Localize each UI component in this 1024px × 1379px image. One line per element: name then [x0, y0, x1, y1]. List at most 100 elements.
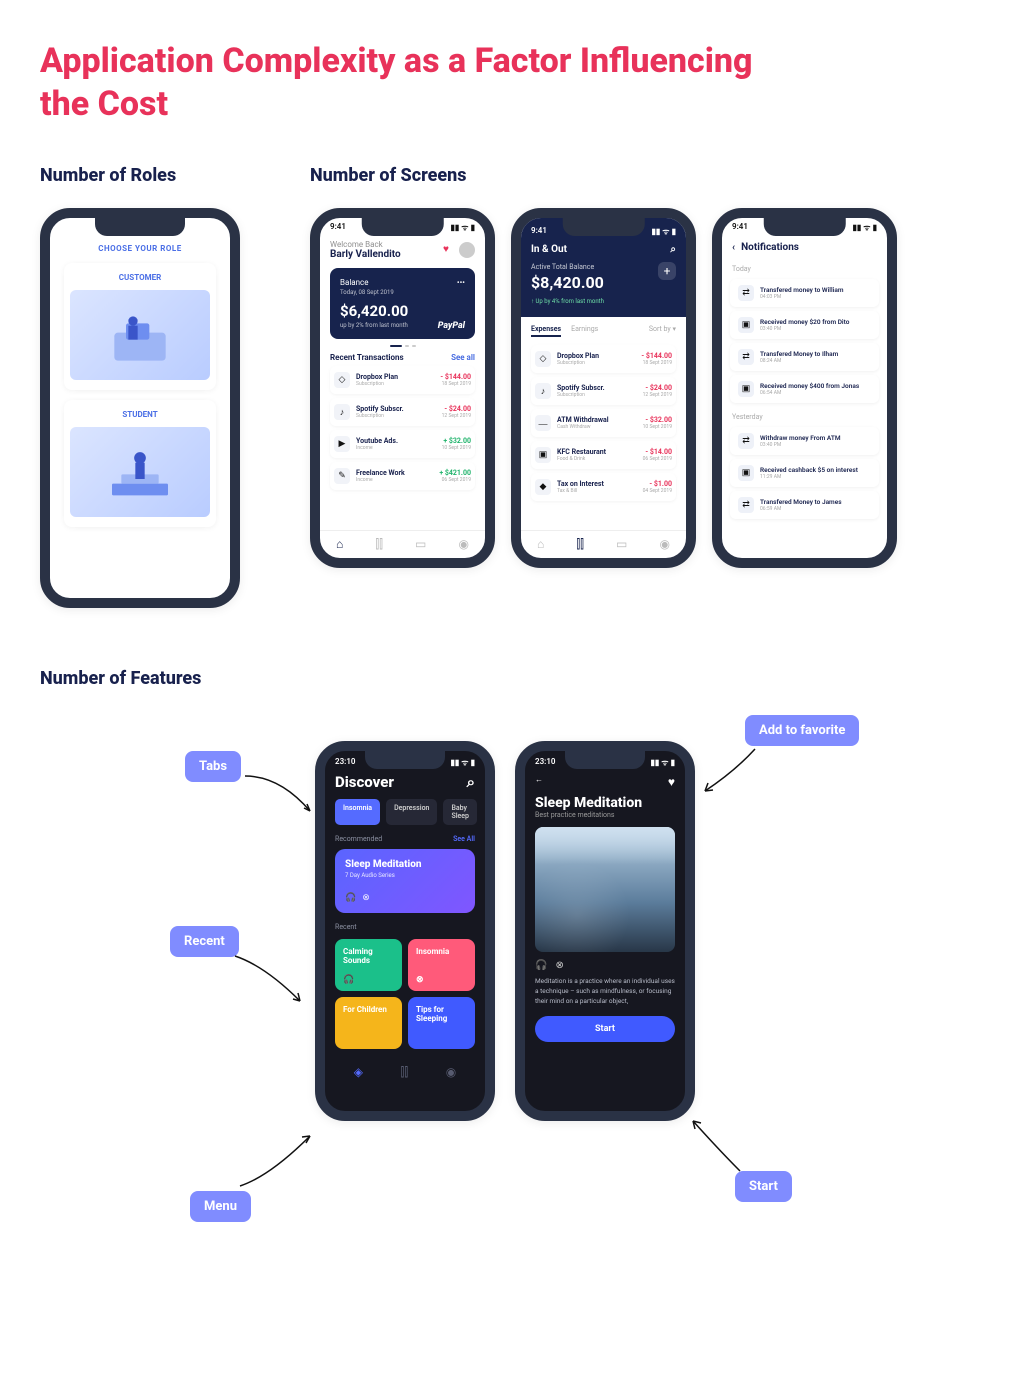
transaction-item[interactable]: ⎼ ATM WithdrawalCash Withdraw - $32.0010… — [531, 409, 676, 437]
target-icon: ⊗ — [555, 960, 563, 971]
back-icon[interactable]: ← — [535, 775, 543, 789]
tab-card-icon[interactable]: ▭ — [616, 537, 627, 552]
favorite-icon[interactable]: ♥ — [668, 775, 675, 789]
transaction-icon: ✎ — [334, 468, 350, 484]
transaction-icon: ▶ — [334, 436, 350, 452]
transaction-item[interactable]: ▶ Youtube Ads.Income + $32.0010 Sept 201… — [330, 430, 475, 458]
notification-icon: ▣ — [738, 381, 754, 397]
transaction-icon: ▣ — [535, 447, 551, 463]
category-chips: Insomnia Depression Baby Sleep — [335, 799, 475, 825]
detail-description: Meditation is a practice where an indivi… — [535, 977, 675, 1006]
paypal-brand: PayPal — [438, 321, 465, 331]
transaction-icon: ⎼ — [535, 415, 551, 431]
tab-profile-icon[interactable]: ◉ — [659, 537, 669, 552]
tab-profile-icon[interactable]: ◉ — [458, 537, 468, 552]
tab-card-icon[interactable]: ▭ — [415, 537, 426, 552]
notification-icon: ⇄ — [738, 285, 754, 301]
transaction-item[interactable]: ♪ Spotify Subscr.Subscription - $24.0012… — [330, 398, 475, 426]
tab-expenses[interactable]: Expenses — [531, 325, 561, 337]
notification-item[interactable]: ▣ Received cashback $5 on interest11:29 … — [730, 459, 879, 487]
status-time: 9:41 — [531, 226, 547, 235]
choose-role-heading: CHOOSE YOUR ROLE — [64, 244, 216, 253]
section-features-title: Number of Features — [40, 668, 984, 689]
nav-profile-icon[interactable]: ◉ — [446, 1065, 456, 1080]
transaction-item[interactable]: ♪ Spotify Subscr.Subscription - $24.0012… — [531, 377, 676, 405]
notification-item[interactable]: ▣ Received money $20 from Dito03:40 PM — [730, 311, 879, 339]
status-time: 9:41 — [732, 222, 748, 231]
callout-tabs: Tabs — [185, 751, 241, 782]
welcome-text: Welcome Back — [330, 240, 401, 249]
tab-bar: ⌂ ⫿⫿ ▭ ◉ — [521, 530, 686, 558]
phone-inout: 9:41 ▮▮ ᯤ ▮ In & Out ⌕ Active Total Bala… — [511, 208, 696, 568]
sort-dropdown[interactable]: Sort by ▾ — [649, 325, 676, 337]
search-icon[interactable]: ⌕ — [467, 773, 475, 791]
back-icon[interactable]: ‹ — [732, 242, 735, 253]
see-all-link[interactable]: See all — [451, 353, 475, 362]
tab-home-icon[interactable]: ⌂ — [537, 537, 544, 552]
bottom-nav: ◈ ⫿⫿ ◉ — [335, 1057, 475, 1084]
notification-item[interactable]: ⇄ Transfered Money to Ilham08:24 AM — [730, 343, 879, 371]
transaction-item[interactable]: ▣ KFC RestaurantFood & Drink - $14.0006 … — [531, 441, 676, 469]
active-balance-amount: $8,420.00 — [531, 273, 676, 292]
tab-home-icon[interactable]: ⌂ — [336, 537, 343, 552]
tab-earnings[interactable]: Earnings — [571, 325, 598, 337]
notification-icon: ⇄ — [738, 497, 754, 513]
detail-subtitle: Best practice meditations — [535, 811, 675, 819]
notification-item[interactable]: ▣ Received money $400 from Jonas06:54 AM — [730, 375, 879, 403]
user-name: Barly Vallendito — [330, 249, 401, 260]
section-yesterday: Yesterday — [722, 407, 887, 423]
transaction-item[interactable]: ◇ Dropbox PlanSubscription - $144.0018 S… — [330, 366, 475, 394]
tab-stats-icon[interactable]: ⫿⫿ — [375, 537, 383, 552]
notification-item[interactable]: ⇄ Withdraw money From ATM03:40 PM — [730, 427, 879, 455]
tile-insomnia[interactable]: Insomnia⊗ — [408, 939, 475, 991]
chip-depression[interactable]: Depression — [386, 799, 437, 825]
tab-stats-icon[interactable]: ⫿⫿ — [576, 537, 584, 552]
bell-icon[interactable]: ♥ — [443, 244, 455, 256]
notification-icon: ⇄ — [738, 349, 754, 365]
nav-stats-icon[interactable]: ⫿⫿ — [401, 1065, 409, 1080]
phone-roles: CHOOSE YOUR ROLE CUSTOMER STUDENT — [40, 208, 240, 608]
arrow-recent — [230, 946, 310, 1016]
section-roles-title: Number of Roles — [40, 165, 270, 186]
chip-insomnia[interactable]: Insomnia — [335, 799, 380, 825]
status-time: 23:10 — [535, 757, 555, 766]
status-icons: ▮▮ ᯤ ▮ — [853, 222, 878, 233]
inout-title: In & Out — [531, 244, 567, 255]
active-balance-label: Active Total Balance — [531, 263, 676, 271]
customer-illustration — [70, 290, 210, 380]
tile-children[interactable]: For Children — [335, 997, 402, 1049]
search-icon[interactable]: ⌕ — [670, 244, 676, 255]
recommended-card[interactable]: Sleep Meditation 7 Day Audio Series 🎧⊗ — [335, 849, 475, 913]
card-subtitle: 7 Day Audio Series — [345, 872, 465, 879]
status-time: 23:10 — [335, 757, 355, 766]
avatar-icon[interactable] — [459, 242, 475, 258]
transaction-item[interactable]: ◇ Dropbox PlanSubscription - $144.0018 S… — [531, 345, 676, 373]
section-today: Today — [722, 259, 887, 275]
phone-notifications: 9:41 ▮▮ ᯤ ▮ ‹ Notifications Today ⇄ Tran… — [712, 208, 897, 568]
recent-label: Recent — [335, 923, 357, 931]
student-illustration — [70, 427, 210, 517]
notification-icon: ▣ — [738, 465, 754, 481]
chip-babysleep[interactable]: Baby Sleep — [443, 799, 477, 825]
see-all-link[interactable]: See All — [453, 835, 475, 843]
discover-title: Discover — [335, 773, 394, 791]
transaction-icon: ♪ — [535, 383, 551, 399]
arrow-favorite — [695, 741, 765, 801]
tile-calming[interactable]: Calming Sounds🎧 — [335, 939, 402, 991]
balance-label: Balance — [340, 278, 368, 287]
status-icons: ▮▮ ᯤ ▮ — [652, 226, 677, 237]
nav-compass-icon[interactable]: ◈ — [354, 1065, 363, 1080]
transaction-item[interactable]: ◆ Tax on InterestTax & Bill - $1.0004 Se… — [531, 473, 676, 501]
notification-item[interactable]: ⇄ Transfered money to William04:03 PM — [730, 279, 879, 307]
role-customer[interactable]: CUSTOMER — [64, 263, 216, 390]
transaction-item[interactable]: ✎ Freelance WorkIncome + $421.0006 Sept … — [330, 462, 475, 490]
transaction-icon: ♪ — [334, 404, 350, 420]
tile-tips[interactable]: Tips for Sleeping — [408, 997, 475, 1049]
role-student[interactable]: STUDENT — [64, 400, 216, 527]
phone-detail: 23:10 ▮▮ ᯤ ▮ ← ♥ Sleep Meditation Best p… — [515, 741, 695, 1121]
callout-recent: Recent — [170, 926, 239, 957]
card-menu-icon[interactable]: ••• — [457, 278, 465, 287]
notification-item[interactable]: ⇄ Transfered Money to James06:59 AM — [730, 491, 879, 519]
balance-card[interactable]: Balance ••• Today, 08 Sept 2019 $6,420.0… — [330, 268, 475, 339]
start-button[interactable]: Start — [535, 1016, 675, 1042]
